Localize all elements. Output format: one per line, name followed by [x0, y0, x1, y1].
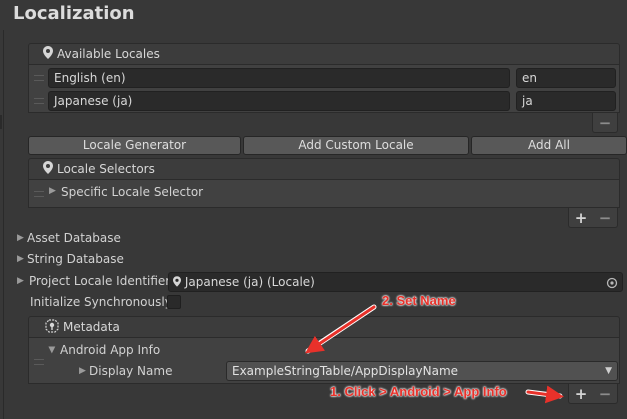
click-android-annotation: 1. Click > Android > App Info [330, 384, 507, 399]
set-name-annotation: 2. Set Name [382, 293, 456, 308]
set-name-arrow [305, 305, 376, 354]
annotation-arrows [305, 304, 564, 404]
click-android-arrow [526, 385, 564, 404]
